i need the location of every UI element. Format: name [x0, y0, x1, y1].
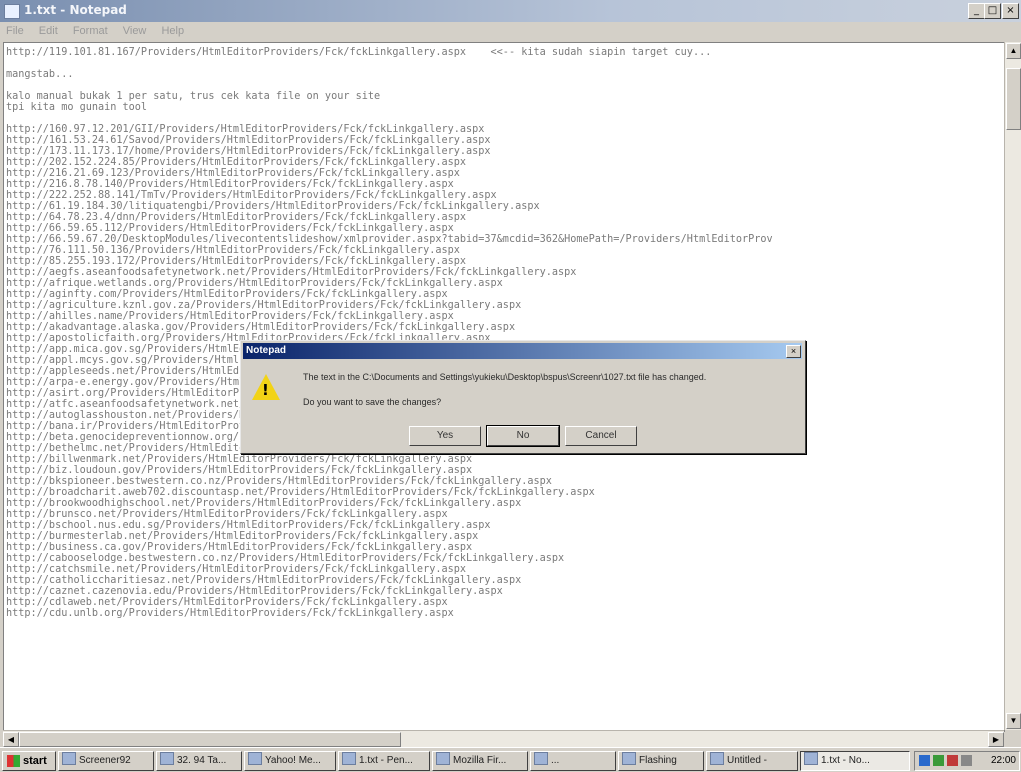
- save-changes-dialog: Notepad × ! The text in the C:\Documents…: [240, 340, 806, 454]
- menu-file[interactable]: File: [0, 22, 30, 37]
- no-button[interactable]: No: [486, 425, 560, 447]
- window-titlebar[interactable]: 1.txt - Notepad _ □ ×: [0, 0, 1021, 22]
- vertical-scroll-thumb[interactable]: [1006, 68, 1021, 130]
- taskbar-item[interactable]: Screener92: [58, 751, 154, 771]
- paint-icon: [710, 752, 724, 765]
- window-title: 1.txt - Notepad: [24, 3, 127, 17]
- firefox-icon: [436, 752, 450, 765]
- folder-icon: [62, 752, 76, 765]
- scroll-right-arrow-icon[interactable]: ▶: [988, 732, 1004, 747]
- start-label: start: [23, 755, 47, 767]
- menu-help[interactable]: Help: [155, 22, 190, 37]
- clock[interactable]: 22:00: [991, 752, 1016, 770]
- editor-text[interactable]: http://119.101.81.167/Providers/HtmlEdit…: [4, 43, 1004, 619]
- taskbar-item[interactable]: ...: [530, 751, 616, 771]
- windows-logo-icon: [7, 755, 20, 767]
- horizontal-scrollbar[interactable]: ◀ ▶: [3, 730, 1004, 747]
- maximize-button[interactable]: □: [984, 3, 1001, 19]
- menu-view[interactable]: View: [117, 22, 153, 37]
- security-icon[interactable]: [933, 755, 944, 766]
- taskbar-item[interactable]: 1.txt - Pen...: [338, 751, 430, 771]
- flashing-app-icon: [622, 752, 636, 765]
- app-icon: [160, 752, 174, 765]
- yes-button[interactable]: Yes: [409, 426, 481, 446]
- menu-bar: File Edit Format View Help: [0, 22, 1021, 42]
- yahoo-messenger-icon: [248, 752, 262, 765]
- taskbar-item-active[interactable]: 1.txt - No...: [800, 751, 910, 771]
- dialog-message: The text in the C:\Documents and Setting…: [303, 372, 707, 382]
- menu-edit[interactable]: Edit: [33, 22, 64, 37]
- close-button[interactable]: ×: [1002, 3, 1019, 19]
- start-button[interactable]: start: [2, 751, 56, 771]
- cancel-button[interactable]: Cancel: [565, 426, 637, 446]
- volume-icon[interactable]: [961, 755, 972, 766]
- taskbar-item[interactable]: Untitled -: [706, 751, 798, 771]
- menu-format[interactable]: Format: [67, 22, 114, 37]
- scroll-left-arrow-icon[interactable]: ◀: [3, 732, 19, 747]
- taskbar-item[interactable]: Flashing: [618, 751, 704, 771]
- network-icon[interactable]: [919, 755, 930, 766]
- scroll-up-arrow-icon[interactable]: ▲: [1006, 43, 1021, 59]
- dialog-close-icon[interactable]: ×: [786, 345, 801, 358]
- taskbar-item[interactable]: 32. 94 Ta...: [156, 751, 242, 771]
- notepad-icon: [342, 752, 356, 765]
- system-tray: 22:00: [914, 751, 1020, 771]
- dialog-title[interactable]: Notepad: [243, 343, 802, 359]
- notepad-app-icon: [4, 4, 20, 19]
- notepad-icon: [804, 752, 818, 765]
- browser-icon: [534, 752, 548, 765]
- antivirus-icon[interactable]: [947, 755, 958, 766]
- scroll-down-arrow-icon[interactable]: ▼: [1006, 713, 1021, 729]
- minimize-button[interactable]: _: [968, 3, 985, 19]
- vertical-scrollbar[interactable]: ▲ ▼: [1004, 42, 1021, 730]
- taskbar-item[interactable]: Yahoo! Me...: [244, 751, 336, 771]
- taskbar-item[interactable]: Mozilla Fir...: [432, 751, 528, 771]
- warning-exclamation-icon: !: [262, 381, 269, 399]
- taskbar: start Screener92 32. 94 Ta... Yahoo! Me.…: [0, 747, 1021, 772]
- dialog-question: Do you want to save the changes?: [303, 397, 442, 407]
- horizontal-scroll-thumb[interactable]: [19, 732, 401, 747]
